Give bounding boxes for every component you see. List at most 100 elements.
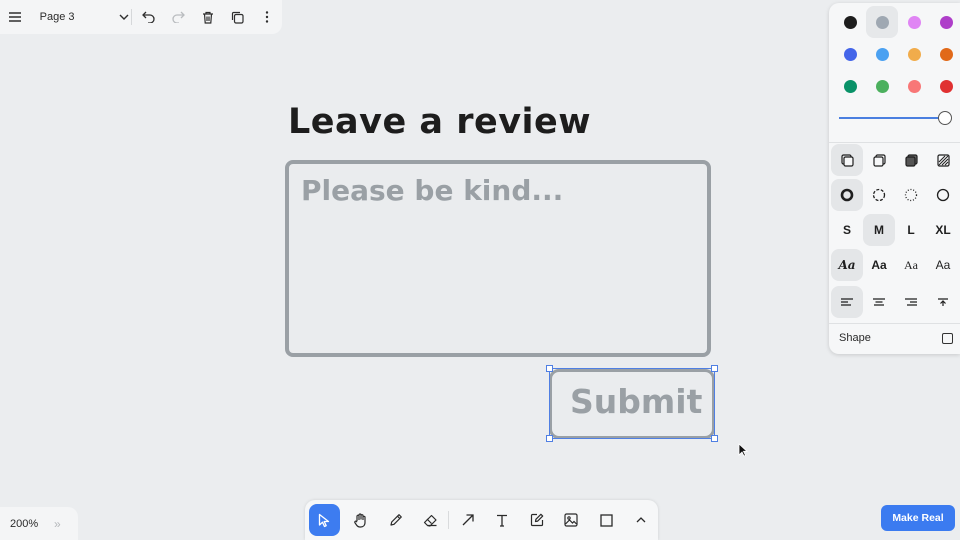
color-violet-button[interactable] bbox=[930, 6, 960, 38]
eraser-tool-button[interactable] bbox=[413, 504, 448, 536]
dash-style-row bbox=[831, 179, 959, 211]
size-s-label: S bbox=[842, 223, 851, 237]
note-tool-button[interactable] bbox=[520, 504, 555, 536]
align-center-button[interactable] bbox=[863, 286, 895, 318]
color-black-button[interactable] bbox=[834, 6, 866, 38]
undo-button[interactable] bbox=[134, 2, 164, 32]
dash-draw-button[interactable] bbox=[831, 179, 863, 211]
color-green-button[interactable] bbox=[834, 70, 866, 102]
align-center-icon bbox=[873, 298, 885, 306]
color-grey-button[interactable] bbox=[866, 6, 898, 38]
zoom-menu: 200% » bbox=[0, 507, 78, 540]
font-draw-button[interactable]: Aa bbox=[831, 249, 863, 281]
dash-draw-icon bbox=[840, 188, 854, 202]
font-serif-label: Aa bbox=[904, 257, 918, 272]
size-m-button[interactable]: M bbox=[863, 214, 895, 246]
tool-toolbar bbox=[305, 500, 658, 540]
align-left-icon bbox=[841, 298, 853, 306]
dash-dotted-button[interactable] bbox=[895, 179, 927, 211]
vertical-align-button[interactable] bbox=[927, 286, 959, 318]
hand-icon bbox=[353, 512, 368, 528]
review-placeholder-text: Please be kind... bbox=[301, 174, 564, 207]
opacity-slider[interactable] bbox=[839, 111, 953, 125]
color-light-red-button[interactable] bbox=[898, 70, 930, 102]
rectangle-tool-button[interactable] bbox=[589, 504, 624, 536]
draw-tool-button[interactable] bbox=[378, 504, 413, 536]
opacity-slider-thumb[interactable] bbox=[938, 111, 952, 125]
color-swatch bbox=[843, 47, 857, 61]
review-textbox-shape[interactable]: Please be kind... bbox=[285, 160, 711, 357]
color-light-violet-button[interactable] bbox=[898, 6, 930, 38]
fill-semi-button[interactable] bbox=[863, 144, 895, 176]
fill-semi-icon bbox=[872, 153, 886, 167]
size-l-button[interactable]: L bbox=[895, 214, 927, 246]
fill-pattern-icon bbox=[936, 153, 950, 167]
fill-none-icon bbox=[840, 153, 854, 167]
color-orange-button[interactable] bbox=[930, 38, 960, 70]
submit-button-shape[interactable]: Submit bbox=[549, 369, 715, 439]
color-yellow-button[interactable] bbox=[898, 38, 930, 70]
make-real-button[interactable]: Make Real bbox=[881, 505, 955, 531]
font-mono-button[interactable]: Aa bbox=[927, 249, 959, 281]
select-tool-button[interactable] bbox=[309, 504, 340, 536]
font-serif-button[interactable]: Aa bbox=[895, 249, 927, 281]
duplicate-button[interactable] bbox=[223, 2, 253, 32]
dash-solid-button[interactable] bbox=[927, 179, 959, 211]
size-xl-button[interactable]: XL bbox=[927, 214, 959, 246]
size-s-button[interactable]: S bbox=[831, 214, 863, 246]
duplicate-icon bbox=[231, 11, 244, 24]
font-draw-label: Aa bbox=[838, 258, 856, 272]
text-tool-button[interactable] bbox=[485, 504, 520, 536]
fill-solid-button[interactable] bbox=[895, 144, 927, 176]
menu-bar: Page 3 bbox=[0, 0, 282, 34]
dash-dashed-button[interactable] bbox=[863, 179, 895, 211]
divider bbox=[130, 9, 132, 25]
size-l-label: L bbox=[907, 223, 915, 237]
chevron-up-icon bbox=[636, 517, 646, 523]
undo-icon bbox=[142, 11, 155, 23]
page-select-button[interactable]: Page 3 bbox=[34, 2, 129, 32]
fill-none-button[interactable] bbox=[831, 144, 863, 176]
redo-icon bbox=[171, 11, 185, 23]
font-row: Aa Aa Aa Aa bbox=[831, 249, 959, 281]
color-swatch bbox=[907, 47, 921, 61]
shape-checkbox[interactable] bbox=[942, 332, 953, 344]
more-tools-button[interactable] bbox=[623, 504, 658, 536]
color-blue-button[interactable] bbox=[834, 38, 866, 70]
color-swatch bbox=[939, 79, 953, 93]
chevron-down-icon bbox=[119, 14, 129, 20]
fill-solid-icon bbox=[904, 153, 918, 167]
fill-pattern-button[interactable] bbox=[927, 144, 959, 176]
minimap-toggle-icon[interactable]: » bbox=[54, 517, 61, 531]
delete-button[interactable] bbox=[193, 2, 223, 32]
color-swatch bbox=[843, 79, 857, 93]
redo-button[interactable] bbox=[163, 2, 193, 32]
font-sans-button[interactable]: Aa bbox=[863, 249, 895, 281]
color-swatch bbox=[907, 79, 921, 93]
shape-label: Shape bbox=[839, 332, 871, 344]
color-red-button[interactable] bbox=[930, 70, 960, 102]
hand-tool-button[interactable] bbox=[344, 504, 379, 536]
align-right-button[interactable] bbox=[895, 286, 927, 318]
canvas-title-text[interactable]: Leave a review bbox=[288, 102, 591, 142]
eraser-icon bbox=[423, 513, 438, 527]
color-swatch bbox=[939, 15, 953, 29]
color-light-green-button[interactable] bbox=[866, 70, 898, 102]
dash-solid-icon bbox=[936, 188, 950, 202]
color-light-blue-button[interactable] bbox=[866, 38, 898, 70]
text-icon bbox=[496, 514, 508, 527]
color-swatch bbox=[907, 15, 921, 29]
more-options-button[interactable] bbox=[252, 2, 282, 32]
size-row: S M L XL bbox=[831, 214, 959, 246]
image-tool-button[interactable] bbox=[554, 504, 589, 536]
kebab-icon bbox=[265, 11, 269, 23]
align-right-icon bbox=[905, 298, 917, 306]
image-icon bbox=[564, 513, 579, 527]
align-left-button[interactable] bbox=[831, 286, 863, 318]
opacity-slider-track[interactable] bbox=[839, 117, 943, 119]
zoom-level-button[interactable]: 200% bbox=[0, 518, 54, 530]
main-menu-button[interactable] bbox=[0, 2, 30, 32]
divider bbox=[829, 323, 960, 324]
style-panel: S M L XL Aa Aa Aa Aa Shape bbox=[829, 3, 960, 354]
arrow-tool-button[interactable] bbox=[450, 504, 485, 536]
